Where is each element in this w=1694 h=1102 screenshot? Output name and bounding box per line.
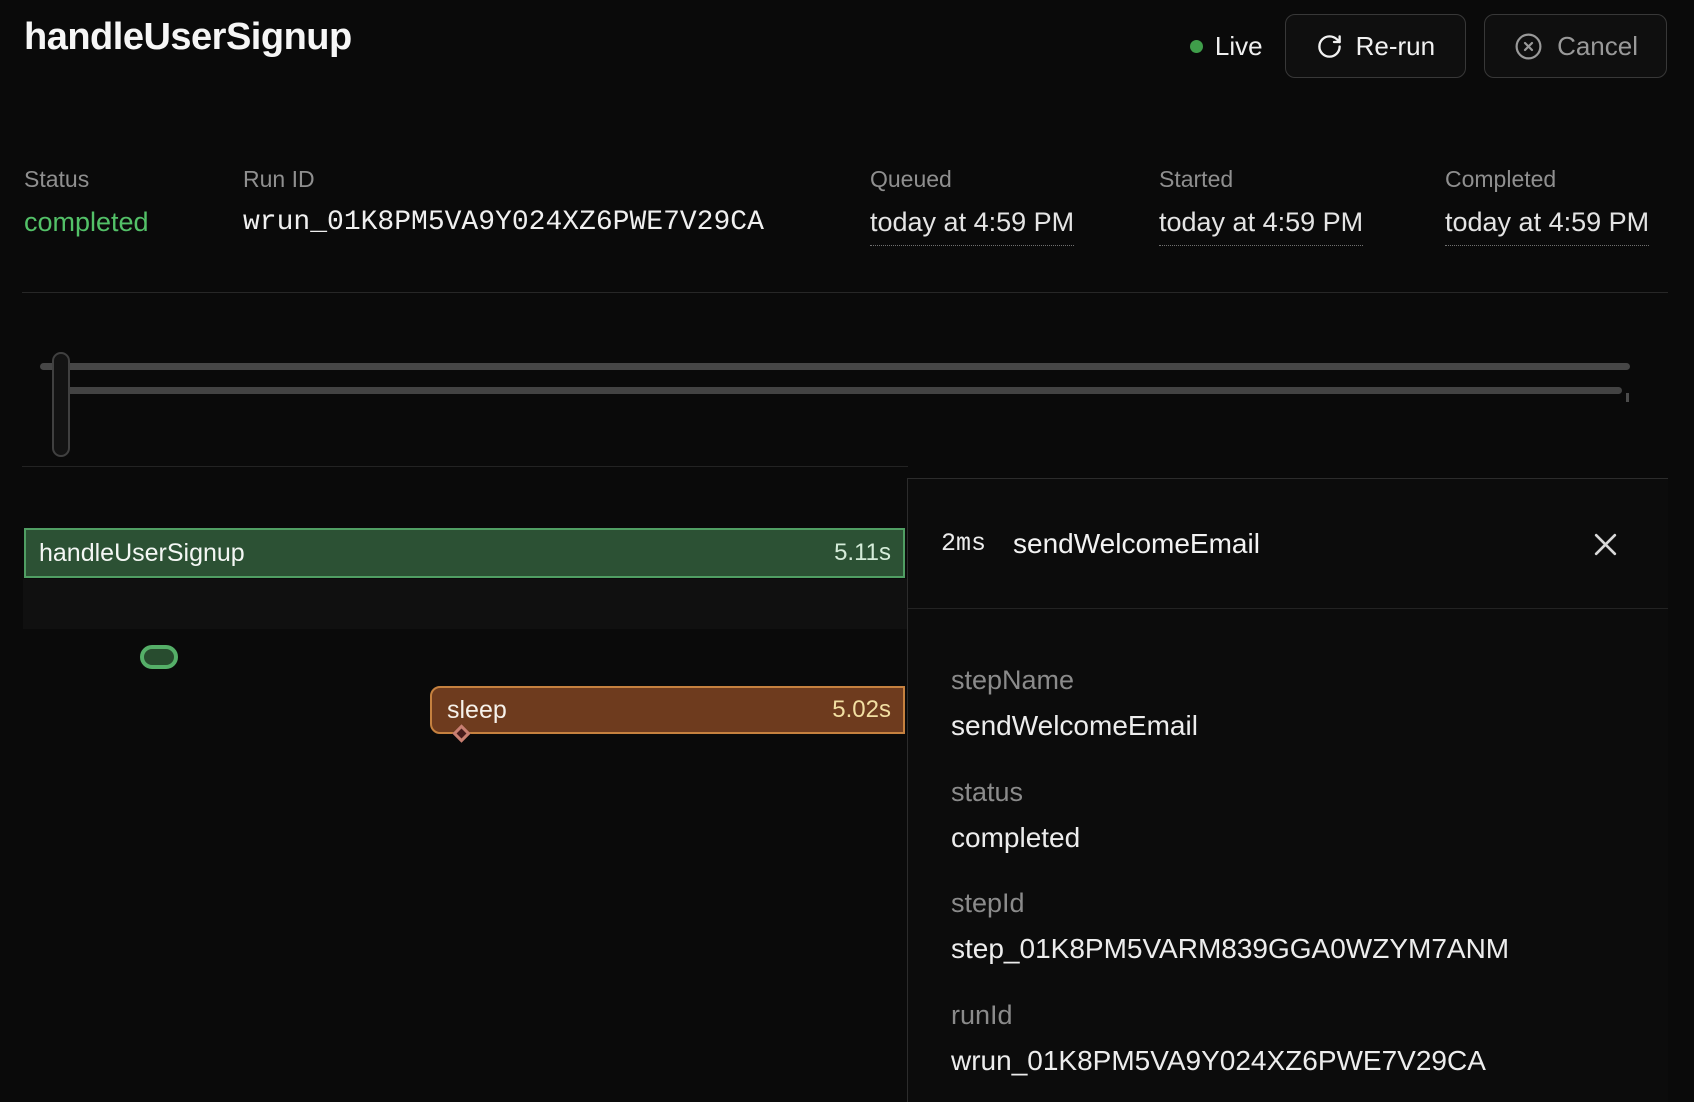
span-name: sleep	[447, 696, 507, 725]
refresh-icon	[1316, 33, 1343, 60]
timeline-scrubber-handle[interactable]	[52, 352, 70, 457]
minimap-divider	[22, 466, 908, 467]
live-indicator: Live	[1190, 31, 1263, 62]
meta-queued: Queued today at 4:59 PM	[870, 166, 1074, 246]
span-duration: 5.11s	[834, 539, 891, 567]
meta-started: Started today at 4:59 PM	[1159, 166, 1363, 246]
meta-completed-label: Completed	[1445, 166, 1649, 193]
cancel-label: Cancel	[1557, 31, 1638, 62]
meta-started-label: Started	[1159, 166, 1363, 193]
cancel-circle-icon	[1513, 31, 1544, 62]
panel-body: stepName sendWelcomeEmail status complet…	[908, 609, 1668, 1077]
field-stepid-label: stepId	[951, 888, 1628, 919]
span-name: handleUserSignup	[39, 539, 245, 568]
workflow-run-page: handleUserSignup Live Re-run Cancel Stat…	[0, 0, 1694, 1102]
panel-step-duration: 2ms	[941, 529, 986, 558]
step-detail-panel: 2ms sendWelcomeEmail stepName sendWelcom…	[907, 478, 1668, 1102]
live-label: Live	[1215, 31, 1263, 62]
trace-span-handleusersignup[interactable]: handleUserSignup 5.11s	[24, 528, 905, 578]
header-divider	[22, 292, 1668, 293]
field-stepname-label: stepName	[951, 665, 1628, 696]
field-status-value: completed	[951, 821, 1628, 855]
minimap-bar-step	[62, 387, 1622, 394]
meta-run-id-label: Run ID	[243, 166, 764, 193]
meta-queued-label: Queued	[870, 166, 1074, 193]
field-stepid-value: step_01K8PM5VARM839GGA0WZYM7ANM	[951, 932, 1628, 966]
header-actions: Live Re-run Cancel	[1190, 14, 1667, 78]
panel-step-title: sendWelcomeEmail	[1013, 528, 1260, 560]
minimap-bar-run	[40, 363, 1630, 370]
close-icon	[1591, 530, 1620, 559]
queued-timestamp[interactable]: today at 4:59 PM	[870, 206, 1074, 246]
started-timestamp[interactable]: today at 4:59 PM	[1159, 206, 1363, 246]
run-id-value: wrun_01K8PM5VA9Y024XZ6PWE7V29CA	[243, 206, 764, 240]
span-duration: 5.02s	[832, 696, 891, 724]
field-stepname-value: sendWelcomeEmail	[951, 709, 1628, 743]
meta-status-label: Status	[24, 166, 149, 193]
field-runid-label: runId	[951, 1000, 1628, 1031]
rerun-label: Re-run	[1356, 31, 1435, 62]
field-status-label: status	[951, 777, 1628, 808]
trace-span-sleep[interactable]: sleep 5.02s	[430, 686, 905, 734]
status-badge: completed	[24, 206, 149, 238]
live-dot-icon	[1190, 40, 1203, 53]
page-title: handleUserSignup	[24, 16, 352, 59]
rerun-button[interactable]: Re-run	[1285, 14, 1466, 78]
meta-status: Status completed	[24, 166, 149, 238]
minimap-end-tick	[1626, 393, 1629, 402]
selected-row-highlight	[23, 579, 907, 629]
close-panel-button[interactable]	[1586, 525, 1624, 563]
completed-timestamp[interactable]: today at 4:59 PM	[1445, 206, 1649, 246]
panel-header: 2ms sendWelcomeEmail	[908, 479, 1668, 609]
cancel-button[interactable]: Cancel	[1484, 14, 1667, 78]
meta-run-id: Run ID wrun_01K8PM5VA9Y024XZ6PWE7V29CA	[243, 166, 764, 240]
trace-span-sendwelcomeemail[interactable]	[140, 645, 178, 669]
field-runid-value: wrun_01K8PM5VA9Y024XZ6PWE7V29CA	[951, 1044, 1628, 1078]
meta-completed: Completed today at 4:59 PM	[1445, 166, 1649, 246]
